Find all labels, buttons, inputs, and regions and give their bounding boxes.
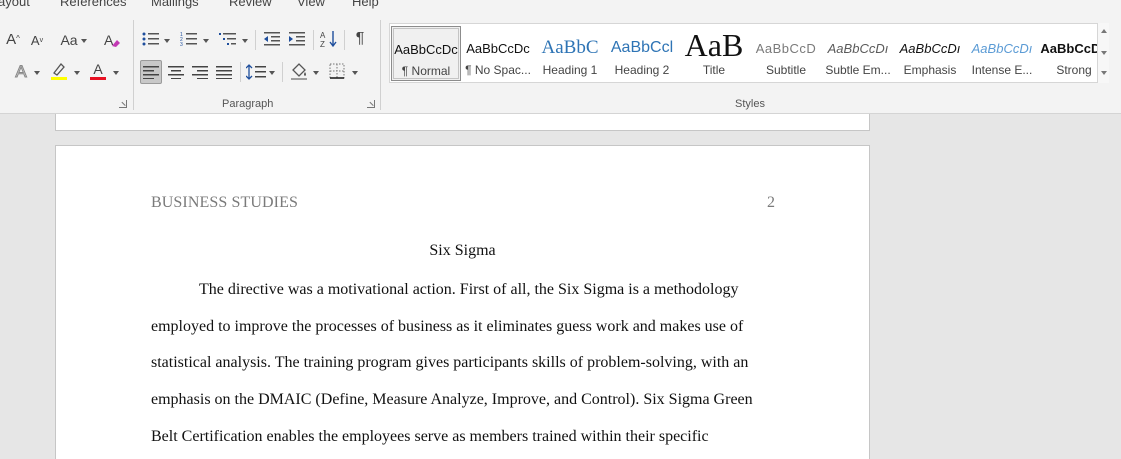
style-heading-1[interactable]: AaBbC Heading 1	[535, 26, 605, 81]
show-formatting-marks-icon[interactable]: ¶	[350, 30, 370, 48]
document-page[interactable]: BUSINESS STUDIES 2 Six Sigma The directi…	[55, 145, 870, 459]
paragraph-line: employed to improve the processes of bus…	[151, 318, 744, 335]
svg-text:Z: Z	[320, 40, 325, 49]
style-intense-emphasis[interactable]: AaBbCcDı Intense E...	[967, 26, 1037, 81]
style-heading-2[interactable]: AaBbCcl Heading 2	[607, 26, 677, 81]
paragraph-line: Belt Certification enables the employees…	[151, 428, 709, 445]
tab-review[interactable]: Review	[229, 0, 272, 9]
align-center-icon[interactable]	[166, 62, 186, 82]
multilevel-list-icon[interactable]	[218, 30, 238, 48]
chevron-down-icon[interactable]	[352, 71, 358, 75]
shrink-font-icon[interactable]: Av	[28, 31, 46, 49]
tab-mailings[interactable]: Mailings	[151, 0, 199, 9]
numbering-icon[interactable]: 123	[179, 30, 199, 48]
chevron-down-icon[interactable]	[1101, 51, 1107, 55]
style-normal[interactable]: AaBbCcDc ¶ Normal	[391, 26, 461, 81]
style-subtle-emphasis[interactable]: AaBbCcDı Subtle Em...	[823, 26, 893, 81]
styles-gallery: AaBbCcDc ¶ Normal AaBbCcDc ¶ No Spac... …	[389, 23, 1109, 83]
font-color-icon[interactable]: A	[88, 60, 108, 82]
highlight-icon[interactable]	[48, 60, 70, 82]
paragraph-line: The directive was a motivational action.…	[199, 281, 739, 298]
group-label-paragraph: Paragraph	[222, 98, 274, 110]
more-styles-icon[interactable]	[1101, 71, 1107, 75]
grow-font-icon[interactable]: A ^	[4, 30, 22, 48]
chevron-up-icon[interactable]	[1101, 29, 1107, 33]
tab-layout[interactable]: ayout	[0, 0, 30, 9]
page-number: 2	[767, 194, 775, 211]
increase-indent-icon[interactable]	[287, 30, 307, 48]
tab-view[interactable]: View	[297, 0, 325, 9]
divider	[344, 30, 345, 50]
running-header: BUSINESS STUDIES	[151, 194, 298, 211]
shading-icon[interactable]	[288, 60, 310, 82]
paragraph-line: emphasis on the DMAIC (Define, Measure A…	[151, 391, 753, 408]
chevron-down-icon[interactable]	[269, 71, 275, 75]
font-dialog-launcher-icon[interactable]	[119, 100, 127, 108]
ribbon-tabs: ayout References Mailings Review View He…	[0, 0, 1121, 12]
paragraph-line: statistical analysis. The training progr…	[151, 354, 749, 371]
divider	[313, 30, 314, 50]
chevron-down-icon[interactable]	[164, 39, 170, 43]
style-title[interactable]: AaB Title	[679, 26, 749, 81]
bullets-icon[interactable]	[141, 30, 161, 48]
group-label-styles: Styles	[735, 98, 765, 110]
style-no-spacing[interactable]: AaBbCcDc ¶ No Spac...	[463, 26, 533, 81]
line-spacing-icon[interactable]	[245, 62, 267, 82]
previous-page-bottom	[55, 114, 870, 131]
chevron-down-icon[interactable]	[313, 71, 319, 75]
svg-text:3: 3	[180, 42, 183, 47]
divider	[380, 20, 381, 110]
borders-icon[interactable]	[327, 61, 347, 81]
chevron-down-icon[interactable]	[74, 71, 80, 75]
tab-help[interactable]: Help	[352, 0, 379, 9]
change-case-icon[interactable]: Aa	[58, 31, 80, 49]
chevron-down-icon[interactable]	[34, 71, 40, 75]
style-emphasis[interactable]: AaBbCcDı Emphasis	[895, 26, 965, 81]
sort-icon[interactable]: AZ	[318, 28, 340, 50]
svg-text:A: A	[320, 31, 326, 40]
chevron-down-icon[interactable]	[113, 71, 119, 75]
page-title: Six Sigma	[429, 242, 496, 259]
divider	[240, 62, 241, 82]
style-subtitle[interactable]: AaBbCcD Subtitle	[751, 26, 821, 81]
align-left-icon[interactable]	[140, 60, 162, 84]
justify-icon[interactable]	[214, 62, 234, 82]
divider	[255, 30, 256, 50]
align-right-icon[interactable]	[190, 62, 210, 82]
decrease-indent-icon[interactable]	[262, 30, 282, 48]
styles-gallery-scrollbar[interactable]	[1097, 23, 1109, 83]
clear-formatting-icon[interactable]: A	[102, 30, 122, 50]
chevron-down-icon[interactable]	[203, 39, 209, 43]
ribbon: A ^ Av Aa A A A 123 AZ ¶ Paragraph AaBbC…	[0, 12, 1121, 114]
divider	[133, 20, 134, 110]
chevron-down-icon[interactable]	[242, 39, 248, 43]
divider	[282, 62, 283, 82]
paragraph-dialog-launcher-icon[interactable]	[367, 100, 375, 108]
text-effects-icon[interactable]: A	[12, 61, 30, 81]
tab-references[interactable]: References	[60, 0, 126, 9]
chevron-down-icon[interactable]	[81, 39, 87, 43]
